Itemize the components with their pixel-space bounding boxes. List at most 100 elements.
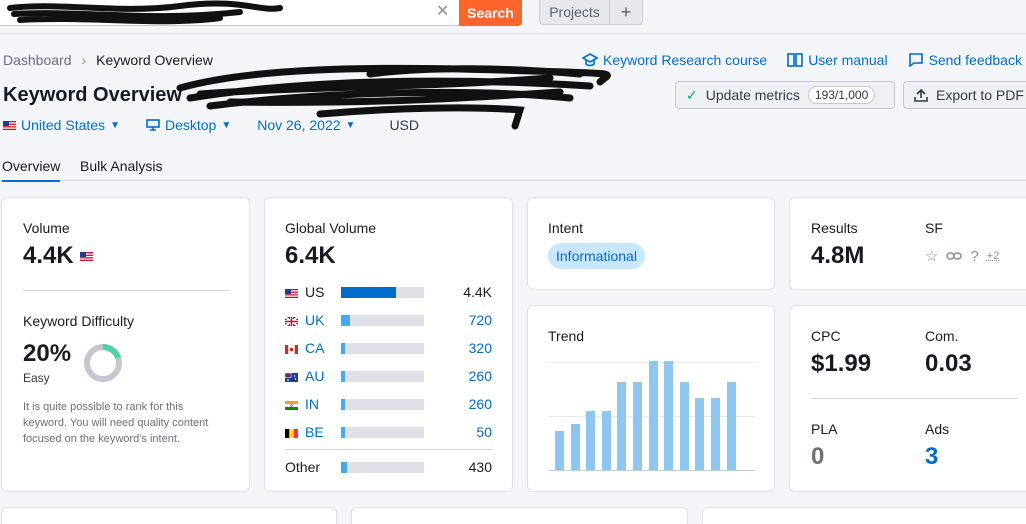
search-box: ✕ <box>0 0 460 26</box>
share-bar <box>341 286 424 298</box>
share-bar <box>341 426 424 438</box>
uk-flag-icon <box>285 316 298 326</box>
share-bar <box>341 370 424 382</box>
trend-bar-10[interactable] <box>695 398 705 470</box>
us-flag-icon <box>3 120 16 130</box>
device-label: Desktop <box>164 117 217 133</box>
country-row-ca[interactable]: CA 320 <box>285 340 495 356</box>
trend-bar-1[interactable] <box>555 430 564 470</box>
currency-label: USD <box>389 117 419 133</box>
update-metrics-button[interactable]: ✓ Update metrics 193/1,000 <box>675 81 895 109</box>
country-row-us[interactable]: US 4.4K <box>285 284 495 300</box>
divider <box>285 449 493 450</box>
sf-more[interactable]: +2 <box>987 250 1000 262</box>
device-select[interactable]: Desktop ▼ <box>146 117 231 133</box>
results-card: Results 4.8M SF ☆ ? +2 <box>789 197 1026 290</box>
share-fill <box>341 286 396 298</box>
kd-value: 20% <box>23 340 72 367</box>
country-code: BE <box>305 424 324 440</box>
help-links: Keyword Research course User manual Send… <box>582 52 1022 68</box>
trend-bar-7[interactable] <box>648 361 658 470</box>
course-link-label: Keyword Research course <box>603 52 768 68</box>
page-title: Keyword Overview <box>3 84 182 106</box>
global-volume-label: Global Volume <box>285 220 377 236</box>
com-label: Com. <box>925 328 959 344</box>
trend-bar-2[interactable] <box>570 424 580 470</box>
tabs-bar: Overview Bulk Analysis <box>0 156 1026 182</box>
other-label: Other <box>285 459 321 475</box>
share-fill <box>341 342 346 354</box>
global-volume-value: 6.4K <box>285 242 336 269</box>
other-value: 430 <box>468 459 492 475</box>
bottom-card-3 <box>702 507 1026 524</box>
intent-badge[interactable]: Informational <box>548 243 645 269</box>
tab-overview[interactable]: Overview <box>2 158 61 182</box>
manual-link[interactable]: User manual <box>787 52 888 68</box>
date-select[interactable]: Nov 26, 2022 ▼ <box>257 117 355 133</box>
date-label: Nov 26, 2022 <box>257 117 341 133</box>
clear-icon[interactable]: ✕ <box>436 3 449 21</box>
trend-bar-8[interactable] <box>664 361 674 470</box>
cpc-card: CPC $1.99 Com. 0.03 PLA 0 Ads 3 <box>789 305 1026 492</box>
search-button[interactable]: Search <box>459 0 522 26</box>
divider <box>811 398 1018 399</box>
country-row-other: Other 430 <box>285 459 495 475</box>
trend-bar-12[interactable] <box>726 381 736 470</box>
tab-bulk-analysis[interactable]: Bulk Analysis <box>80 158 162 180</box>
pla-value: 0 <box>811 443 825 470</box>
volume-card: Volume 4.4K Keyword Difficulty 20% Easy … <box>1 197 250 492</box>
export-pdf-button[interactable]: Export to PDF <box>903 81 1026 109</box>
share-fill <box>341 370 345 382</box>
projects-button[interactable]: Projects <box>539 0 610 25</box>
country-label: United States <box>21 117 106 133</box>
country-value: 260 <box>468 396 492 412</box>
trend-bar-4[interactable] <box>601 411 611 470</box>
top-bar: ✕ Search Projects + <box>0 0 1026 34</box>
results-label: Results <box>811 220 858 236</box>
country-row-be[interactable]: BE 50 <box>285 424 495 440</box>
au-flag-icon <box>285 372 298 382</box>
volume-label: Volume <box>23 220 70 236</box>
share-bar <box>341 314 424 326</box>
manual-link-label: User manual <box>808 52 888 68</box>
kd-donut-chart <box>84 344 122 382</box>
quota-badge: 193/1,000 <box>807 86 876 104</box>
trend-bar-3[interactable] <box>586 411 596 470</box>
link-icon[interactable] <box>946 251 963 261</box>
search-input[interactable] <box>6 2 426 22</box>
country-row-in[interactable]: IN 260 <box>285 396 495 412</box>
breadcrumb: Dashboard › Keyword Overview <box>3 52 213 68</box>
global-volume-card: Global Volume 6.4K US 4.4K UK 720 CA 320… <box>264 197 513 492</box>
star-icon[interactable]: ☆ <box>925 247 938 265</box>
breadcrumb-dashboard[interactable]: Dashboard <box>3 52 72 68</box>
trend-chart <box>549 361 755 471</box>
results-value: 4.8M <box>811 242 865 269</box>
country-row-uk[interactable]: UK 720 <box>285 312 495 328</box>
trend-bar-6[interactable] <box>633 381 642 470</box>
country-code: AU <box>305 368 325 384</box>
trend-bar-9[interactable] <box>679 381 689 470</box>
kd-level: Easy <box>23 371 50 385</box>
update-metrics-label: Update metrics <box>705 87 800 103</box>
country-row-au[interactable]: AU 260 <box>285 368 495 384</box>
add-project-button[interactable]: + <box>609 0 643 25</box>
chevron-down-icon: ▼ <box>345 119 356 131</box>
trend-bar-11[interactable] <box>711 398 720 470</box>
us-flag-icon <box>285 288 298 298</box>
trend-bar-5[interactable] <box>617 381 627 470</box>
question-icon[interactable]: ? <box>970 248 978 265</box>
feedback-link[interactable]: Send feedback <box>908 52 1022 68</box>
course-link[interactable]: Keyword Research course <box>582 52 767 68</box>
country-select[interactable]: United States ▼ <box>3 117 120 133</box>
book-icon <box>787 53 803 67</box>
ads-value[interactable]: 3 <box>925 443 938 471</box>
ca-flag-icon <box>285 344 298 354</box>
filters-bar: United States ▼ Desktop ▼ Nov 26, 2022 ▼… <box>3 117 419 133</box>
volume-value: 4.4K <box>23 242 74 269</box>
country-code: IN <box>305 396 319 412</box>
cpc-label: CPC <box>811 328 841 344</box>
country-value: 720 <box>468 312 492 328</box>
country-code: US <box>305 284 325 300</box>
divider <box>23 290 230 291</box>
country-value: 320 <box>468 340 492 356</box>
